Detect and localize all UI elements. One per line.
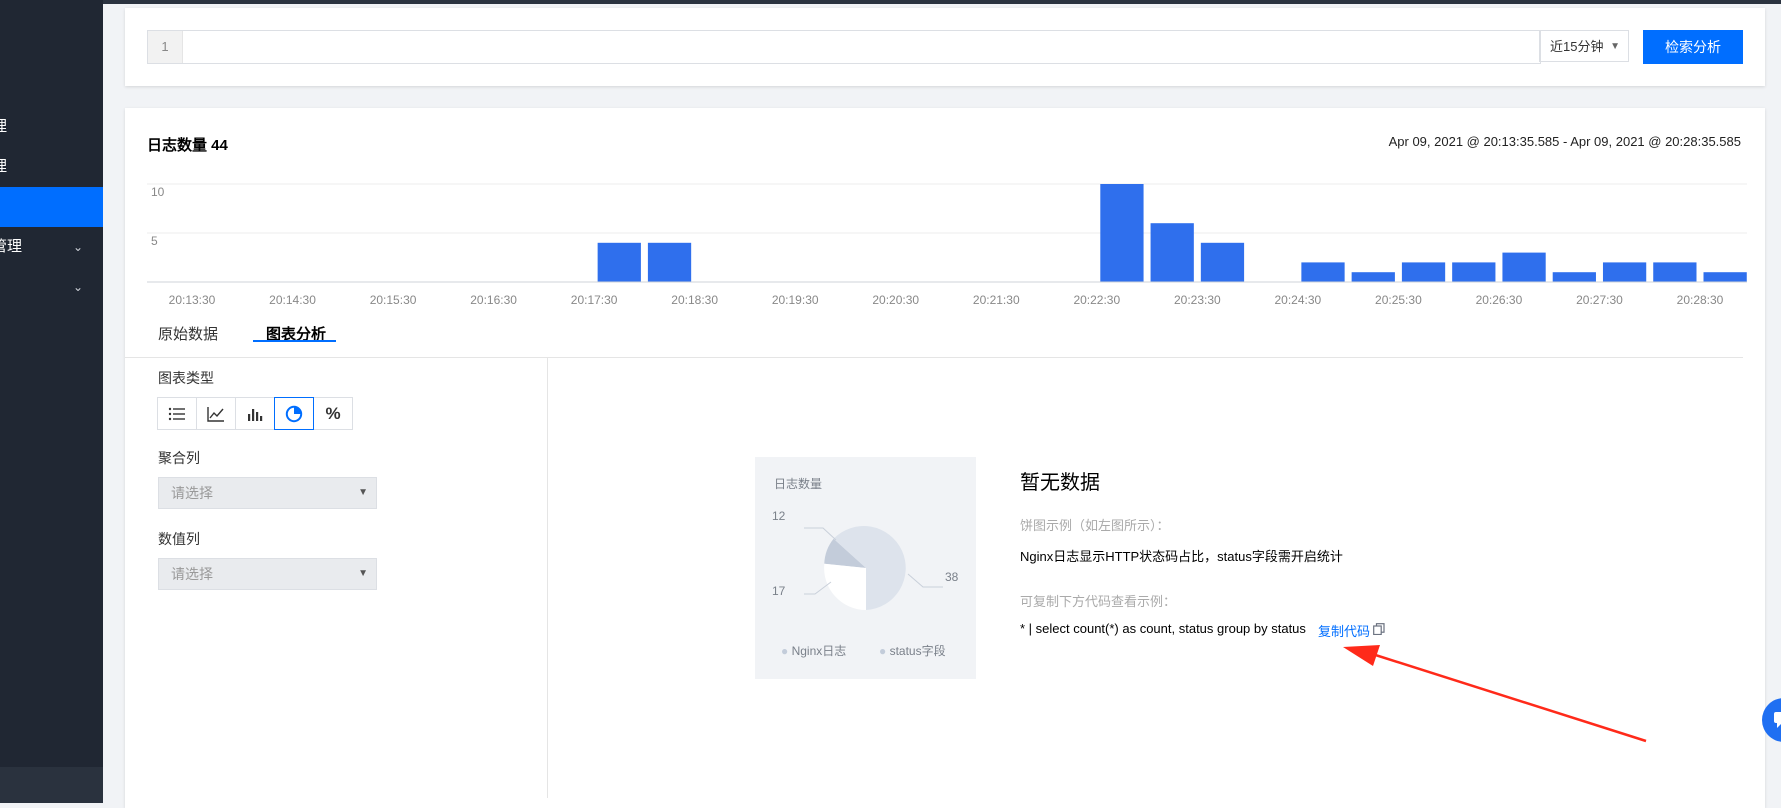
x-tick-label: 20:25:30 <box>1375 293 1422 307</box>
sidebar-item-4[interactable]: 管理 ⌄ <box>0 227 103 267</box>
log-count: 日志数量 44 <box>147 137 228 154</box>
histogram-bar[interactable] <box>1100 184 1144 282</box>
x-tick-label: 20:15:30 <box>370 293 417 307</box>
time-range-value: 近15分钟 <box>1550 39 1604 54</box>
pie-label-17: 17 <box>772 584 786 598</box>
sidebar-footer <box>0 767 103 803</box>
value-column-placeholder: 请选择 <box>171 566 213 582</box>
histogram-bar[interactable] <box>597 242 641 282</box>
x-tick-label: 20:22:30 <box>1073 293 1120 307</box>
chart-type-group: % <box>157 397 353 430</box>
x-tick-label: 20:20:30 <box>872 293 919 307</box>
sidebar-item-label: 理 <box>0 107 7 147</box>
chart-type-table-button[interactable] <box>157 397 197 430</box>
histogram-bar[interactable] <box>1552 272 1596 282</box>
caret-down-icon: ▼ <box>1610 41 1620 52</box>
sidebar-item-2[interactable]: 理 <box>0 147 103 187</box>
histogram-bar[interactable] <box>1602 262 1647 282</box>
sidebar-item-5[interactable]: ⌄ <box>0 267 103 307</box>
x-tick-label: 20:21:30 <box>973 293 1020 307</box>
pie-label-12: 12 <box>772 509 786 523</box>
list-icon <box>168 407 185 420</box>
sidebar-item-active[interactable] <box>0 187 103 227</box>
top-strip <box>0 0 1781 4</box>
x-tick-label: 20:24:30 <box>1275 293 1322 307</box>
histogram-bar[interactable] <box>1301 262 1345 282</box>
tab-raw-data[interactable]: 原始数据 <box>158 323 218 344</box>
y-tick-label: 5 <box>151 234 158 248</box>
x-tick-label: 20:16:30 <box>470 293 517 307</box>
example-code: * | select count(*) as count, status gro… <box>1020 621 1306 636</box>
pie-slice-17 <box>824 563 866 610</box>
chart-type-pie-button[interactable] <box>274 397 314 430</box>
histogram-bar[interactable] <box>1351 272 1395 282</box>
x-tick-label: 20:28:30 <box>1677 293 1724 307</box>
pie-example-description: Nginx日志显示HTTP状态码占比，status字段需开启统计 <box>1020 549 1343 564</box>
caret-down-icon: ▼ <box>358 568 368 579</box>
tab-active-indicator <box>253 340 336 342</box>
histogram-bar[interactable] <box>647 242 692 282</box>
chart-config-panel: 图表类型 % 聚合列 请选择 ▼ 数值列 请选择 ▼ <box>125 358 548 798</box>
value-column-select[interactable]: 请选择 ▼ <box>158 558 377 590</box>
sidebar: 理 理 管理 ⌄ ⌄ <box>0 0 103 803</box>
chart-type-percent-button[interactable]: % <box>313 397 353 430</box>
query-editor[interactable]: 1 <box>147 30 1541 64</box>
sidebar-item-label: 理 <box>0 147 7 187</box>
pie-legend-status: ● status字段 <box>879 644 946 658</box>
x-tick-label: 20:13:30 <box>169 293 216 307</box>
value-column-label: 数值列 <box>158 531 200 547</box>
histogram-bar[interactable] <box>1150 223 1194 282</box>
search-analyze-button[interactable]: 检索分析 <box>1643 30 1743 64</box>
y-tick-label: 10 <box>151 185 165 199</box>
bar-chart-icon <box>248 408 263 421</box>
time-range-select[interactable]: 近15分钟 ▼ <box>1539 30 1629 62</box>
chart-type-bar-button[interactable] <box>235 397 275 430</box>
chart-type-label: 图表类型 <box>158 370 214 386</box>
line-chart-icon <box>207 406 224 422</box>
x-tick-label: 20:14:30 <box>269 293 316 307</box>
x-tick-label: 20:26:30 <box>1476 293 1523 307</box>
tab-bar: 原始数据 图表分析 <box>125 311 1743 358</box>
time-range-text: Apr 09, 2021 @ 20:13:35.585 - Apr 09, 20… <box>1388 134 1741 149</box>
pie-example-card: 日志数量 12 17 38 ● Nginx日志 ● status字段 <box>755 457 976 679</box>
sidebar-item-label: 管理 <box>0 238 23 255</box>
aggregate-label: 聚合列 <box>158 450 200 466</box>
x-tick-label: 20:18:30 <box>671 293 718 307</box>
chart-type-line-button[interactable] <box>196 397 236 430</box>
histogram-bar[interactable] <box>1653 262 1697 282</box>
pie-chart-icon <box>285 405 303 422</box>
chevron-down-icon: ⌄ <box>72 240 83 254</box>
x-tick-label: 20:23:30 <box>1174 293 1221 307</box>
caret-down-icon: ▼ <box>358 487 368 498</box>
histogram-bar[interactable] <box>1502 252 1546 282</box>
pie-legend-status-label: status字段 <box>889 644 946 658</box>
histogram-bar[interactable] <box>1703 272 1747 282</box>
chat-icon <box>1774 712 1781 728</box>
pie-legend-nginx-label: Nginx日志 <box>791 644 847 658</box>
x-tick-label: 20:27:30 <box>1576 293 1623 307</box>
sidebar-item-1[interactable]: 理 <box>0 107 103 147</box>
copy-code-link[interactable]: 复制代码 <box>1318 621 1370 640</box>
copy-icon[interactable] <box>1373 623 1385 635</box>
pie-example-hint: 饼图示例（如左图所示）： <box>1020 518 1170 533</box>
histogram-bar[interactable] <box>1452 262 1496 282</box>
histogram-bar[interactable] <box>1401 262 1446 282</box>
log-histogram[interactable]: 5 10 20:13:30 20:14:30 20:15:30 20:16:30 20:17… <box>147 166 1747 326</box>
x-tick-label: 20:19:30 <box>772 293 819 307</box>
line-number: 1 <box>148 31 183 63</box>
histogram-bar[interactable] <box>1200 242 1245 282</box>
aggregate-select[interactable]: 请选择 ▼ <box>158 477 377 509</box>
search-card: 1 近15分钟 ▼ 检索分析 <box>125 8 1765 86</box>
chat-support-button[interactable] <box>1762 698 1781 742</box>
pie-label-38: 38 <box>945 570 959 584</box>
no-data-title: 暂无数据 <box>1020 472 1100 494</box>
x-tick-label: 20:17:30 <box>571 293 618 307</box>
aggregate-placeholder: 请选择 <box>171 485 213 501</box>
pie-legend-nginx: ● Nginx日志 <box>781 644 847 658</box>
chevron-down-icon: ⌄ <box>72 280 83 294</box>
copy-hint: 可复制下方代码查看示例： <box>1020 594 1177 609</box>
percent-icon: % <box>325 403 341 423</box>
